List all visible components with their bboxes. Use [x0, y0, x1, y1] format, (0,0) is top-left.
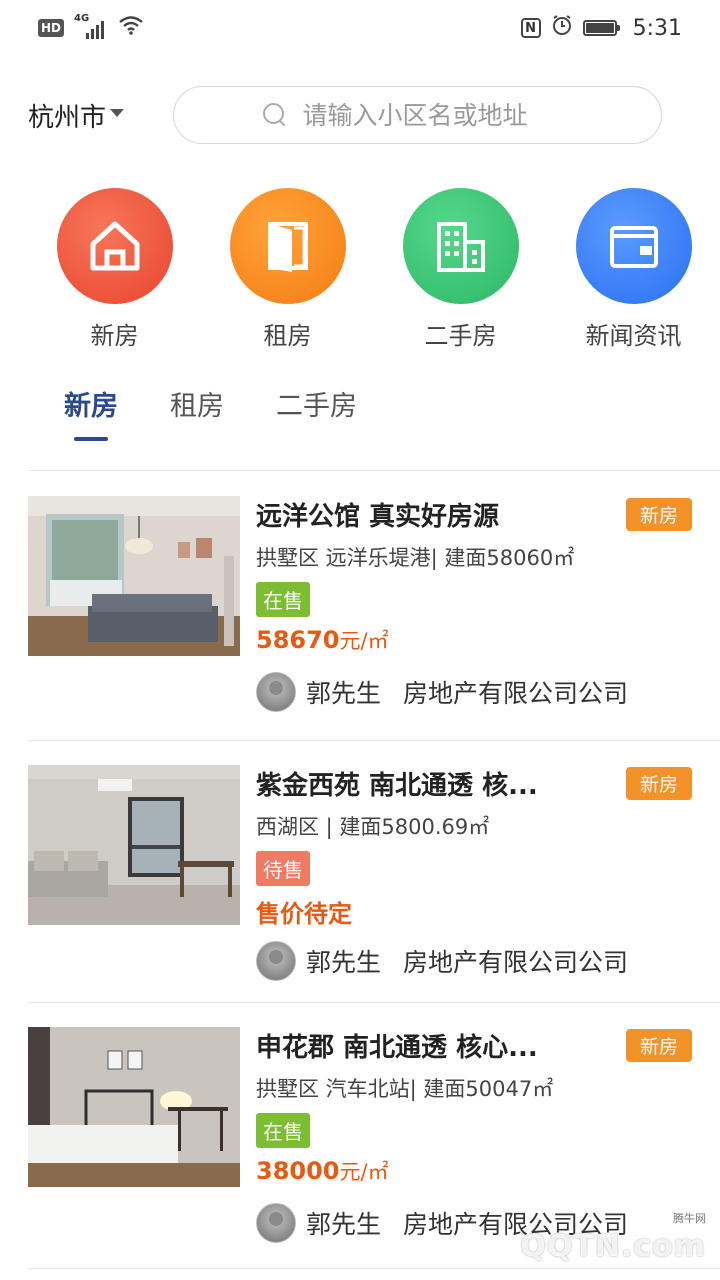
divider — [28, 740, 720, 741]
category-new-house[interactable]: 新房 — [28, 188, 201, 351]
city-label: 杭州市 — [28, 102, 107, 133]
new-house-tag: 新房 — [625, 1028, 692, 1062]
category-label: 新房 — [90, 322, 139, 350]
house-icon — [56, 188, 173, 304]
listing-photo-bedroom — [28, 496, 240, 656]
price-value: 售价待定 — [256, 900, 352, 928]
caret-down-icon — [110, 109, 125, 117]
price-unit: 元/㎡ — [339, 1160, 389, 1184]
agent-row: 郭先生 房地产有限公司公司 — [256, 941, 628, 981]
tab-second-hand[interactable]: 二手房 — [276, 384, 357, 441]
door-icon — [229, 188, 346, 304]
building-icon — [402, 188, 519, 304]
wallet-icon — [575, 188, 692, 304]
agent-company: 房地产有限公司公司 — [403, 948, 629, 977]
sale-status-badge: 在售 — [256, 1113, 310, 1148]
header: 杭州市 — [28, 86, 662, 144]
listing-meta: 西湖区 | 建面5800.69㎡ — [256, 815, 490, 839]
agent-row: 郭先生 房地产有限公司公司 — [256, 672, 628, 712]
listing-meta: 拱墅区 远洋乐堤港| 建面58060㎡ — [256, 546, 575, 570]
tab-rent[interactable]: 租房 — [170, 384, 224, 441]
category-label: 二手房 — [424, 322, 497, 350]
category-rent[interactable]: 租房 — [201, 188, 374, 351]
tab-bar: 新房 租房 二手房 — [64, 384, 357, 441]
alarm-icon — [551, 14, 573, 42]
price-value: 58670 — [256, 626, 340, 654]
status-bar: HD 4G N 5:31 — [0, 0, 720, 56]
category-label: 新闻资讯 — [585, 322, 682, 350]
listing-info: 申花郡 南北通透 核心... 新房 拱墅区 汽车北站| 建面50047㎡ 在售 … — [256, 1027, 720, 1186]
divider — [28, 1002, 720, 1003]
listing-photo-living-room — [28, 765, 240, 925]
listing-price: 38000元/㎡ — [256, 1156, 720, 1186]
agent-name: 郭先生 — [306, 1210, 382, 1239]
watermark-site-label: 腾牛网 — [673, 1212, 706, 1225]
avatar — [256, 941, 296, 981]
category-grid: 新房 租房 二手房 新闻资讯 — [28, 188, 720, 351]
new-house-tag: 新房 — [625, 497, 692, 531]
city-selector[interactable]: 杭州市 — [28, 97, 173, 134]
tab-label: 新房 — [64, 391, 118, 422]
site-watermark: 腾牛网 QQTN.com — [504, 1210, 714, 1270]
listing-price: 58670元/㎡ — [256, 625, 720, 655]
listing-photo-apartment-bedroom — [28, 1027, 240, 1187]
price-unit: 元/㎡ — [339, 629, 389, 653]
divider — [28, 470, 720, 471]
tab-active-indicator — [74, 437, 108, 441]
search-icon — [262, 103, 287, 127]
avatar — [256, 672, 296, 712]
sale-status-badge: 在售 — [256, 582, 310, 617]
agent-company: 房地产有限公司公司 — [403, 679, 629, 708]
listing-card[interactable]: 远洋公馆 真实好房源 新房 拱墅区 远洋乐堤港| 建面58060㎡ 在售 586… — [28, 496, 720, 726]
new-house-tag: 新房 — [625, 766, 692, 800]
listing-meta: 拱墅区 汽车北站| 建面50047㎡ — [256, 1077, 554, 1101]
agent-name: 郭先生 — [306, 679, 382, 708]
battery-icon — [582, 20, 620, 36]
category-label: 租房 — [263, 322, 312, 350]
agent-name: 郭先生 — [306, 948, 382, 977]
tab-label: 二手房 — [276, 391, 357, 422]
listing-price: 售价待定 — [256, 894, 720, 929]
nfc-icon: N — [520, 18, 541, 38]
avatar — [256, 1203, 296, 1243]
hd-badge: HD — [38, 19, 65, 37]
listing-title: 远洋公馆 真实好房源 — [256, 501, 500, 532]
listing-card[interactable]: 紫金西苑 南北通透 核... 新房 西湖区 | 建面5800.69㎡ 待售 售价… — [28, 765, 720, 995]
sale-status-badge: 待售 — [256, 851, 310, 886]
watermark-brand: QQTN.com — [520, 1229, 706, 1264]
listing-title: 紫金西苑 南北通透 核... — [256, 770, 538, 801]
category-second-hand[interactable]: 二手房 — [374, 188, 547, 351]
listing-title: 申花郡 南北通透 核心... — [256, 1032, 538, 1063]
listing-info: 远洋公馆 真实好房源 新房 拱墅区 远洋乐堤港| 建面58060㎡ 在售 586… — [256, 496, 720, 655]
search-bar[interactable] — [173, 86, 662, 144]
wifi-icon — [118, 15, 144, 41]
listing-info: 紫金西苑 南北通透 核... 新房 西湖区 | 建面5800.69㎡ 待售 售价… — [256, 765, 720, 929]
signal-icon: 4G — [74, 13, 108, 39]
tab-new-house[interactable]: 新房 — [64, 384, 118, 441]
status-time: 5:31 — [632, 15, 682, 41]
search-input[interactable] — [302, 100, 573, 130]
price-value: 38000 — [256, 1157, 340, 1185]
tab-label: 租房 — [170, 391, 224, 422]
category-news[interactable]: 新闻资讯 — [547, 188, 720, 351]
